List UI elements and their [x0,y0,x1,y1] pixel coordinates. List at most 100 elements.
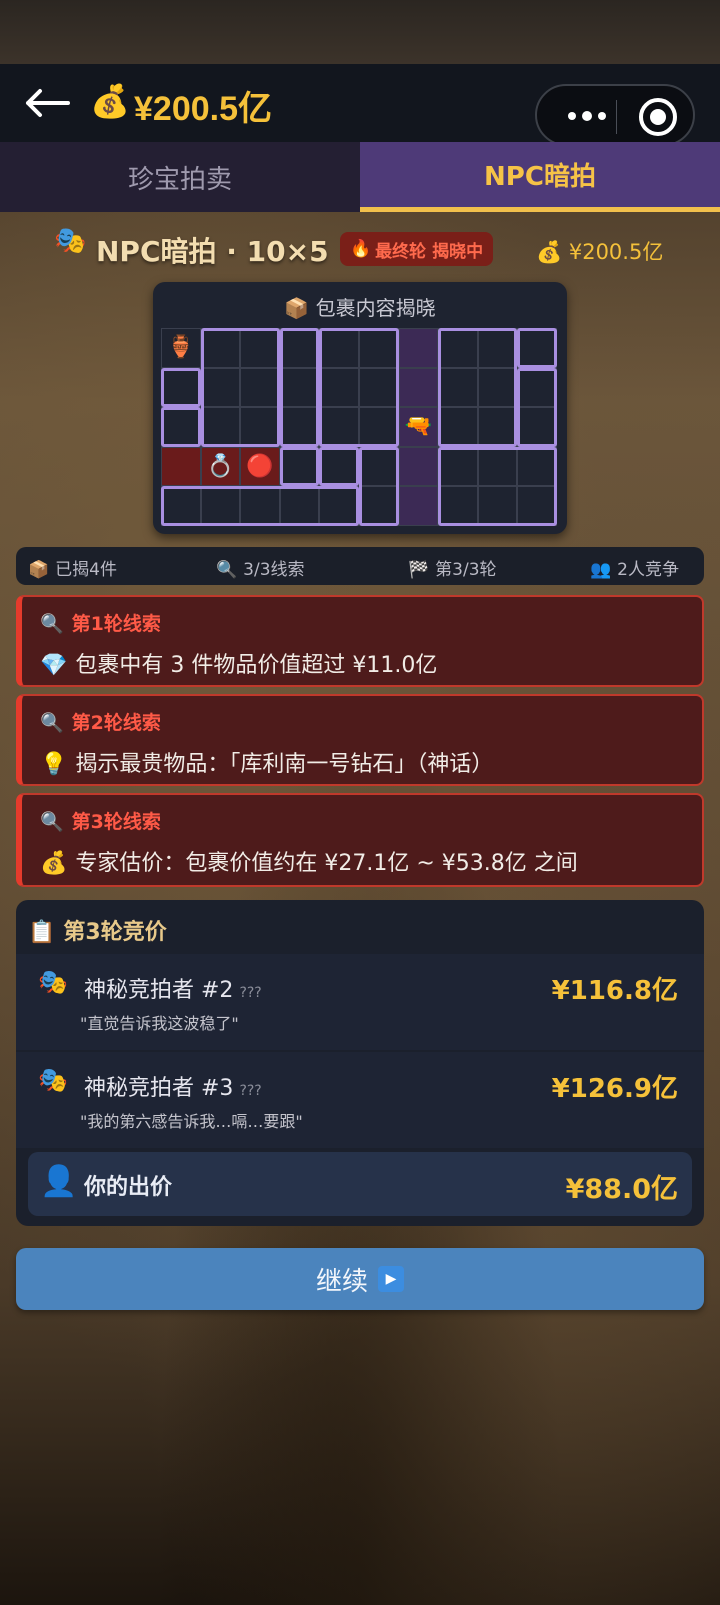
final-round-badge: 🔥 最终轮 揭晓中 [340,232,494,266]
clue-card-round-2: 🔍 第2轮线索 💡 揭示最贵物品：「库利南一号钻石」（神话） [16,694,704,786]
bidder-tag: ??? [239,985,262,1001]
item-outline [517,328,557,368]
stat-clues: 🔍 3/3线索 [216,555,305,580]
bidder-quote: "我的第六感告诉我…嗝…要跟" [80,1112,303,1131]
ruby-item-icon: 🔴 [246,454,274,480]
continue-label: 继续 [315,1266,368,1297]
fire-icon: 🔥 [350,239,372,259]
diamond-item-icon: 💍 [206,454,235,480]
item-outline [319,328,399,447]
bidder-name-text: 神秘竞拍者 #3 [84,1076,234,1101]
top-bar: 💰 ¥200.5亿 [0,64,720,146]
grid-cell [398,367,439,408]
clue-text: 💡 揭示最贵物品：「库利南一号钻石」（神话） [40,746,493,778]
stat-revealed: 📦 已揭4件 [28,555,117,580]
reveal-title-text: 包裹内容揭晓 [315,296,436,320]
item-outline [319,446,359,487]
clue-card-round-1: 🔍 第1轮线索 💎 包裹中有 3 件物品价值超过 ¥11.0亿 [16,595,704,687]
bidder-name: 神秘竞拍者 #3??? [84,1070,262,1102]
package-grid: 🏺 🔫 💍 🔴 [161,328,557,526]
tab-npc-blind-auction[interactable]: NPC暗拍 [360,142,720,212]
checkered-flag-icon: 🏁 [408,560,430,580]
stat-round: 🏁 第3/3轮 [408,555,497,580]
clue-card-round-3: 🔍 第3轮线索 💰 专家估价：包裹价值约在 ¥27.1亿 ~ ¥53.8亿 之间 [16,793,704,887]
tab-treasure-auction[interactable]: 珍宝拍卖 [0,142,360,212]
bidder-row: 🎭 神秘竞拍者 #2??? "直觉告诉我这波稳了" ¥116.8亿 [16,954,704,1050]
stat-clues-text: 3/3线索 [243,560,305,580]
money-bag-icon: 💰 [536,240,563,264]
clue-title: 🔍 第3轮线索 [40,807,161,834]
item-outline [279,446,320,487]
item-outline [359,446,399,526]
item-outline [161,486,359,526]
item-outline [279,328,320,447]
bidder-amount: ¥126.9亿 [551,1074,678,1104]
magnifier-icon: 🔍 [216,560,238,580]
page-title: NPC暗拍 · 10×5 [96,235,329,268]
bidding-title-text: 第3轮竞价 [63,920,167,945]
clue-title-text: 第1轮线索 [71,613,161,635]
grid-cell [398,328,439,368]
capsule-divider [616,100,617,134]
grid-cell [398,446,439,487]
target-icon[interactable] [639,98,677,136]
item-outline [161,407,201,447]
clipboard-icon: 📋 [28,920,56,945]
reveal-title: 📦 包裹内容揭晓 [153,292,567,321]
clue-text: 💰 专家估价：包裹价值约在 ¥27.1亿 ~ ¥53.8亿 之间 [40,845,578,877]
budget-display: 💰 ¥200.5亿 [536,236,663,266]
auction-heading: 🎭 NPC暗拍 · 10×5 🔥 最终轮 揭晓中 💰 ¥200.5亿 [0,226,720,274]
clue-body: 揭示最贵物品：「库利南一号钻石」（神话） [75,752,494,777]
people-icon: 👥 [590,560,612,580]
bidder-tag: ??? [239,1083,262,1099]
item-outline [438,328,518,447]
bidding-panel: 📋 第3轮竞价 🎭 神秘竞拍者 #2??? "直觉告诉我这波稳了" ¥116.8亿… [16,900,704,1226]
stat-round-text: 第3/3轮 [435,560,497,580]
money-bag-icon: 💰 [40,851,68,876]
clue-title: 🔍 第2轮线索 [40,708,161,735]
clue-body: 包裹中有 3 件物品价值超过 ¥11.0亿 [75,653,438,678]
stat-competitors: 👥 2人竞争 [590,555,679,580]
budget-value: ¥200.5亿 [568,240,664,264]
play-icon: ▶ [378,1266,404,1292]
my-bid-row: 👤 你的出价 ¥88.0亿 [28,1152,692,1216]
package-icon: 📦 [284,296,310,320]
magnifier-icon: 🔍 [40,712,64,734]
continue-button[interactable]: 继续 ▶ [16,1248,704,1310]
clue-body: 专家估价：包裹价值约在 ¥27.1亿 ~ ¥53.8亿 之间 [75,851,578,876]
item-outline [200,328,280,447]
theater-masks-icon: 🎭 [54,226,87,256]
vase-item-icon: 🏺 [167,335,195,361]
bidding-title: 📋 第3轮竞价 [28,914,167,946]
my-bid-amount: ¥88.0亿 [565,1174,678,1205]
diamond-icon: 💎 [40,653,68,678]
bidder-name-text: 神秘竞拍者 #2 [84,978,234,1003]
rifle-item-icon: 🔫 [404,414,433,440]
magnifier-icon: 🔍 [40,613,64,635]
bidder-row: 🎭 神秘竞拍者 #3??? "我的第六感告诉我…嗝…要跟" ¥126.9亿 [16,1052,704,1148]
package-icon: 📦 [28,560,50,580]
theater-masks-icon: 🎭 [38,968,68,996]
item-outline [517,367,557,447]
clue-title-text: 第3轮线索 [71,811,161,833]
clue-title: 🔍 第1轮线索 [40,609,161,636]
tab-bar: 珍宝拍卖 NPC暗拍 [0,142,720,212]
item-outline [161,367,201,408]
lightbulb-icon: 💡 [40,752,68,777]
bidder-name: 神秘竞拍者 #2??? [84,972,262,1004]
back-arrow-icon[interactable] [22,86,72,120]
grid-cell [398,486,439,526]
background-top-strip [0,0,720,64]
money-bag-icon: 💰 [90,82,130,120]
bidder-amount: ¥116.8亿 [551,976,678,1006]
stats-bar: 📦 已揭4件 🔍 3/3线索 🏁 第3/3轮 👥 2人竞争 [16,547,704,585]
stat-revealed-text: 已揭4件 [55,560,117,580]
bidder-quote: "直觉告诉我这波稳了" [80,1014,239,1033]
grid-cell [161,446,201,487]
item-outline [438,446,557,526]
package-reveal-panel: 📦 包裹内容揭晓 🏺 🔫 💍 🔴 [153,282,567,534]
more-dots-icon[interactable] [557,102,617,130]
my-bid-label: 你的出价 [84,1175,173,1200]
user-icon: 👤 [40,1164,78,1199]
final-round-label: 最终轮 揭晓中 [375,241,484,262]
